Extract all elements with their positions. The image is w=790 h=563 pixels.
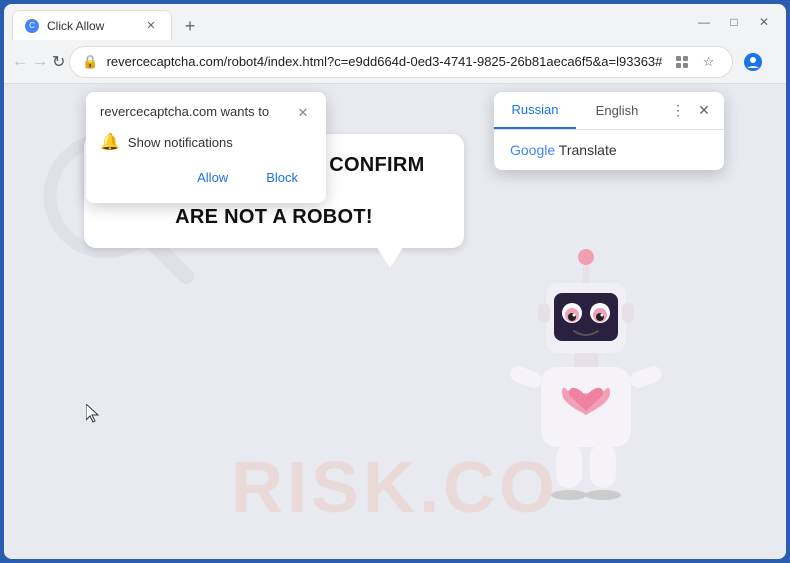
- tab-close-btn[interactable]: ✕: [143, 18, 159, 34]
- page-content: RISK.CO CLICK «ALLOW» TO CONFIRM THAT YO…: [4, 84, 786, 559]
- translate-header: Russian English ⋮ ✕: [494, 92, 724, 130]
- nav-right-icons: ⋮: [737, 46, 786, 78]
- notification-popup: revercecaptcha.com wants to ✕ 🔔 Show not…: [86, 92, 326, 203]
- reload-button[interactable]: ↻: [52, 46, 65, 78]
- lock-icon: 🔒: [82, 54, 98, 70]
- allow-button[interactable]: Allow: [183, 164, 242, 191]
- notif-label: Show notifications: [128, 135, 233, 150]
- bell-icon: 🔔: [100, 132, 120, 152]
- tab-russian[interactable]: Russian: [494, 92, 576, 129]
- notif-title: revercecaptcha.com wants to: [100, 104, 269, 119]
- bookmark-star-icon[interactable]: ☆: [696, 50, 720, 74]
- close-button[interactable]: ✕: [750, 8, 778, 36]
- title-bar: C Click Allow ✕ + — □ ✕: [4, 4, 786, 40]
- browser-window: C Click Allow ✕ + — □ ✕ ← → ↻ 🔒 revercec…: [4, 4, 786, 559]
- block-button[interactable]: Block: [252, 164, 312, 191]
- translate-text: Translate: [559, 142, 617, 158]
- address-text: revercecaptcha.com/robot4/index.html?c=e…: [107, 54, 663, 69]
- tab-title: Click Allow: [47, 19, 104, 33]
- robot-character: [486, 239, 686, 539]
- translate-header-right: ⋮ ✕: [658, 99, 724, 123]
- extensions-icon[interactable]: [670, 50, 694, 74]
- translate-item: Google Translate: [510, 142, 708, 158]
- translate-close-icon[interactable]: ✕: [692, 99, 716, 123]
- mouse-cursor: [86, 404, 102, 429]
- more-menu-button[interactable]: ⋮: [771, 46, 786, 78]
- tab-area: C Click Allow ✕ +: [12, 4, 682, 40]
- window-controls: — □ ✕: [690, 8, 778, 36]
- notif-close-button[interactable]: ✕: [294, 104, 312, 122]
- address-right: ☆: [670, 50, 720, 74]
- notif-header: revercecaptcha.com wants to ✕: [100, 104, 312, 122]
- tab-english[interactable]: English: [576, 93, 658, 128]
- notif-actions: Allow Block: [100, 164, 312, 191]
- minimize-button[interactable]: —: [690, 8, 718, 36]
- address-bar[interactable]: 🔒 revercecaptcha.com/robot4/index.html?c…: [69, 46, 733, 78]
- maximize-button[interactable]: □: [720, 8, 748, 36]
- new-tab-button[interactable]: +: [176, 12, 204, 40]
- nav-bar: ← → ↻ 🔒 revercecaptcha.com/robot4/index.…: [4, 40, 786, 84]
- browser-tab[interactable]: C Click Allow ✕: [12, 10, 172, 40]
- google-text: Google: [510, 142, 555, 158]
- translate-popup: Russian English ⋮ ✕ Google Translate: [494, 92, 724, 170]
- profile-button[interactable]: [737, 46, 769, 78]
- translate-more-icon[interactable]: ⋮: [666, 99, 690, 123]
- forward-button[interactable]: →: [32, 46, 48, 78]
- translate-body: Google Translate: [494, 130, 724, 170]
- tab-favicon: C: [25, 19, 39, 33]
- back-button[interactable]: ←: [12, 46, 28, 78]
- notif-row: 🔔 Show notifications: [100, 132, 312, 152]
